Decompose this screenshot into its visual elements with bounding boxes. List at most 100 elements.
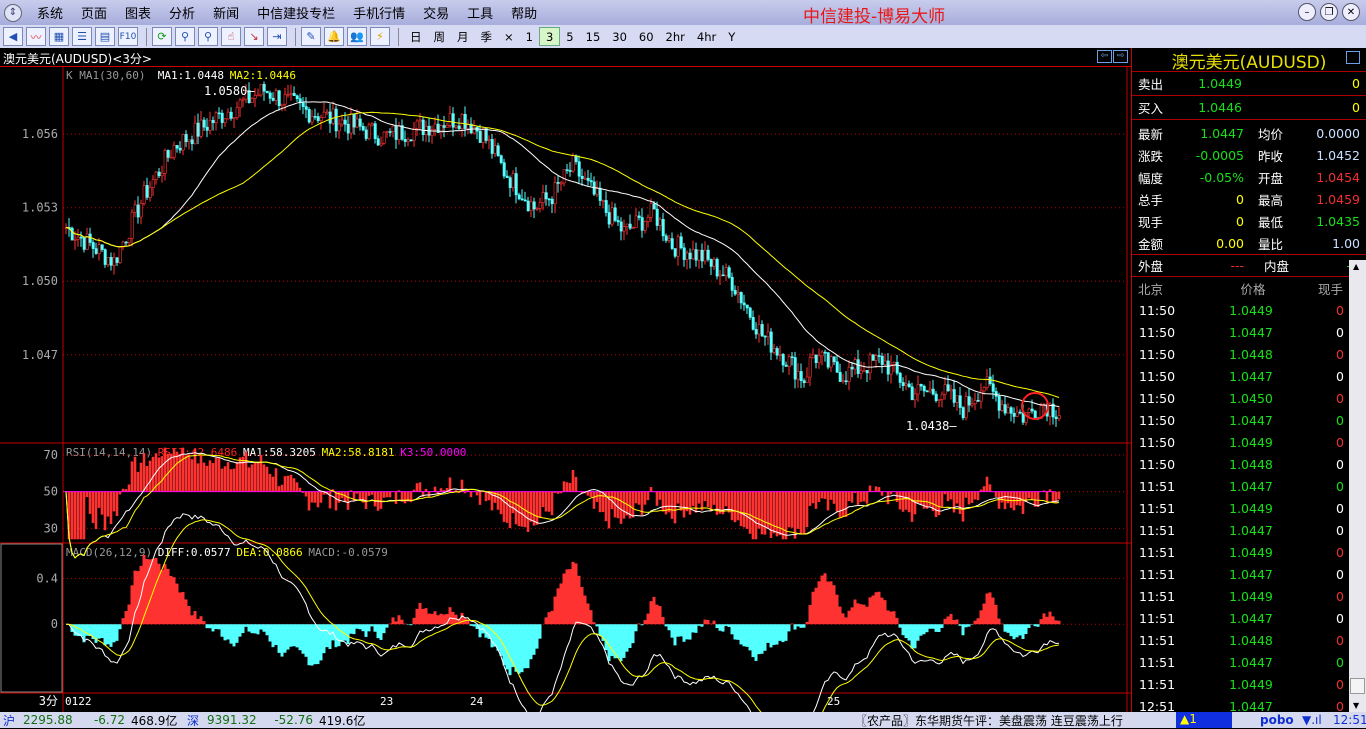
period-button[interactable]: 30 [606,27,633,46]
news-ticker[interactable]: 〖农产品〗东华期货午评：美盘震荡 连豆震荡上行 [855,712,1123,729]
menu-item[interactable]: 中信建投专栏 [248,3,344,22]
menu-item[interactable]: 系统 [28,3,72,22]
line-chart-icon[interactable]: 〰 [26,27,46,46]
export-icon[interactable]: ↘ [244,27,264,46]
candle-up [256,94,260,97]
quote-list-icon[interactable]: ☰ [72,27,92,46]
quote-stats: 最新 1.0447 均价 0.0000 涨跌 -0.0005 昨收 1.0452 幅度 -0.05… [1132,120,1366,255]
lightning-icon[interactable]: ⚡ [370,27,390,46]
candle-down [271,97,275,101]
chart-area[interactable]: 澳元美元(AUDUSD)<3分> ⇦ ⇨ 1.056 1.053 1.050 1.04… [0,48,1131,712]
sz-amount: 419.6亿 [319,713,366,728]
candle-down [655,208,659,226]
outer-inner-row: 外盘 --- 内盘 --- [1132,255,1366,277]
period-button[interactable]: 1 [520,27,539,46]
candle-down [754,329,758,335]
tick-row: 11:51 1.0447 0 [1132,563,1366,585]
app-logo-icon[interactable]: ⇕ [4,3,22,22]
draw-tool-icon[interactable]: ☝ [221,27,241,46]
candle-down [478,130,482,143]
users-icon[interactable]: 👥 [347,27,367,46]
scrollbar-thumb[interactable] [1350,678,1365,694]
candle-down [403,139,407,142]
alert-badge[interactable]: ▲1 [1176,712,1232,728]
period-button[interactable]: × [498,27,520,46]
minimize-button[interactable]: – [1298,3,1316,21]
period-button[interactable]: 2hr [660,27,691,46]
candle-up [214,112,218,124]
tick-volume: 0 [1336,368,1344,384]
header-price: 价格 [1240,281,1266,297]
candle-up [454,125,458,128]
menu-item[interactable]: 帮助 [502,3,546,22]
candle-up [649,203,653,218]
candle-down [376,138,380,146]
period-button[interactable]: Y [722,27,741,46]
period-button[interactable]: 4hr [691,27,722,46]
refresh-icon[interactable]: ⟳ [152,27,172,46]
candle-down [79,236,83,239]
period-button[interactable]: 15 [580,27,607,46]
zoom-in-icon[interactable]: ⚲ [175,27,195,46]
candle-up [667,238,671,241]
candle-up [415,120,419,129]
zoom-out-icon[interactable]: ⚲ [198,27,218,46]
candle-up [154,171,158,180]
tick-scrollbar[interactable]: ▼ ▲ [1349,260,1366,712]
candle-down [925,390,929,393]
period-button[interactable]: 日 [404,27,428,46]
tick-row: 11:51 1.0447 0 [1132,607,1366,629]
scroll-down-icon[interactable]: ▼ [1353,701,1359,710]
period-button[interactable]: 3 [538,27,561,46]
scroll-up-icon[interactable]: ▲ [1353,262,1359,271]
candle-up [820,351,824,357]
period-button[interactable]: 5 [560,27,579,46]
legend-text: MA2:1.0446 [230,69,296,82]
period-button[interactable]: 60 [633,27,660,46]
period-label: 3分 [39,694,58,708]
menu-item[interactable]: 手机行情 [344,3,414,22]
menu-item[interactable]: 页面 [72,3,116,22]
menu-item[interactable]: 交易 [414,3,458,22]
stat-value: -0.0005 [1195,147,1244,163]
candle-down [952,389,956,403]
candle-up [985,376,989,388]
menu-item[interactable]: 分析 [160,3,204,22]
status-bar: 沪 2295.88 -6.72 468.9亿 深 9391.32 -52.76 … [0,712,1366,728]
news-icon[interactable]: ▤ [95,27,115,46]
candle-up [472,127,476,134]
period-button[interactable]: 月 [451,27,475,46]
menu-item[interactable]: 新闻 [204,3,248,22]
alarm-icon[interactable]: 🔔 [324,27,344,46]
candle-down [715,258,719,277]
candle-down [313,116,317,118]
scroll-right-icon[interactable]: ⇨ [1113,50,1128,63]
stat-value: 1.0435 [1316,213,1360,229]
back-icon[interactable]: ◀ [3,27,23,46]
multi-chart-icon[interactable]: ▦ [49,27,69,46]
import-icon[interactable]: ⇥ [267,27,287,46]
candle-up [703,249,707,262]
f10-icon[interactable]: F10 [118,27,138,46]
period-button[interactable]: 季 [475,27,499,46]
close-button[interactable]: ✕ [1342,3,1360,21]
restore-button[interactable]: ❐ [1320,3,1338,21]
candle-up [829,356,833,368]
kline-chart[interactable]: 1.056 1.053 1.050 1.047 1.0580— 1.0438— K MA1(… [0,67,1131,712]
menu-item[interactable]: 图表 [116,3,160,22]
maximize-icon[interactable] [1346,51,1360,64]
menu-item[interactable]: 工具 [458,3,502,22]
candle-up [646,216,650,222]
candle-down [790,356,794,359]
edit-icon[interactable]: ✎ [301,27,321,46]
scroll-left-icon[interactable]: ⇦ [1097,50,1112,63]
period-button[interactable]: 周 [428,27,452,46]
candle-down [523,199,527,202]
candle-down [931,388,935,395]
candle-up [1000,404,1004,411]
candle-up [340,119,344,125]
candle-down [886,360,890,375]
candle-up [280,103,284,107]
candle-up [847,366,851,382]
tick-time: 11:51 [1139,478,1176,494]
